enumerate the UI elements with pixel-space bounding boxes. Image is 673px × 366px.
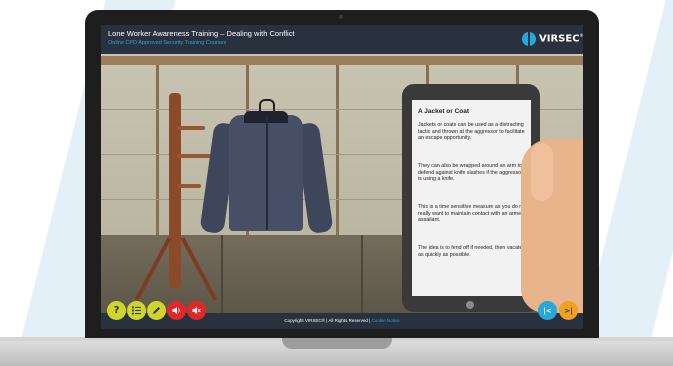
virsec-logo: VIRSEC®	[522, 31, 583, 49]
menu-list-icon	[132, 306, 141, 315]
pencil-icon	[153, 307, 160, 314]
dummy-arm	[177, 154, 211, 158]
cookie-notice-link[interactable]: Cookie Notice	[372, 318, 400, 323]
copyright-label: Copyright VIRSEC® | All Rights Reserved …	[284, 318, 371, 323]
course-screen: Lone Worker Awareness Training – Dealing…	[101, 25, 583, 329]
logo-mark-icon	[522, 31, 536, 47]
floor-seam	[221, 235, 223, 313]
ceiling-beam	[101, 56, 583, 65]
card-paragraph: This is a time sensitive measure as you …	[418, 204, 527, 224]
card-paragraph: Jackets or coats can be used as a distra…	[418, 122, 525, 142]
thumb	[531, 143, 553, 201]
laptop-notch	[282, 337, 392, 349]
dummy-arm	[177, 184, 201, 188]
course-subtitle: Online CPD Approved Security Training Co…	[108, 40, 227, 46]
tablet-home-button	[466, 301, 474, 309]
back-button[interactable]: |<	[538, 301, 557, 320]
skip-forward-icon: >|	[564, 306, 573, 315]
sound-icon	[172, 307, 180, 314]
tablet-screen: A Jacket or Coat Jackets or coats can be…	[412, 100, 531, 296]
shoji-frame	[336, 65, 339, 235]
dojo-scene: A Jacket or Coat Jackets or coats can be…	[101, 54, 583, 313]
wooden-dummy	[169, 93, 181, 288]
dummy-arm	[177, 126, 205, 130]
copyright-text: Copyright VIRSEC® | All Rights Reserved …	[101, 318, 583, 323]
course-title: Lone Worker Awareness Training – Dealing…	[108, 29, 295, 38]
card-heading: A Jacket or Coat	[418, 108, 470, 115]
jacket-zip	[266, 117, 268, 230]
skip-back-icon: |<	[543, 306, 552, 315]
next-button[interactable]: >|	[559, 301, 578, 320]
logo-text: VIRSEC®	[539, 33, 583, 45]
help-icon: ?	[113, 305, 120, 316]
card-paragraph: The idea is to fend off if needed, then …	[418, 245, 523, 258]
card-paragraph: They can also be wrapped around an arm t…	[418, 163, 523, 183]
webcam	[339, 15, 343, 19]
shoji-frame	[156, 65, 159, 235]
course-header: Lone Worker Awareness Training – Dealing…	[101, 25, 583, 54]
info-tablet: A Jacket or Coat Jackets or coats can be…	[402, 84, 540, 312]
floor-seam	[361, 235, 363, 313]
mute-icon	[192, 307, 201, 314]
